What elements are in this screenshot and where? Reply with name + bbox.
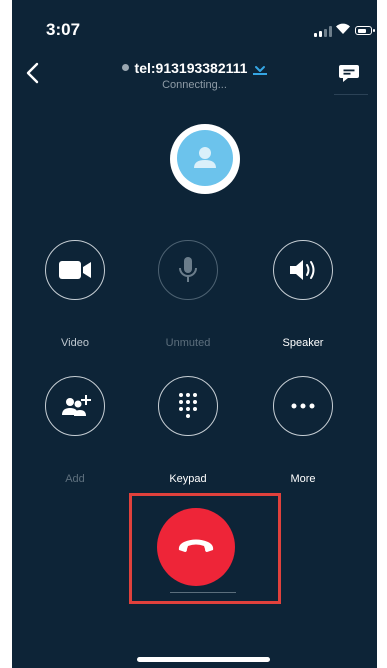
more-dots-icon bbox=[291, 403, 315, 409]
speaker-label: Speaker bbox=[282, 337, 324, 349]
signal-icon bbox=[314, 26, 332, 37]
person-icon bbox=[194, 147, 216, 168]
wifi-icon bbox=[336, 23, 350, 34]
chat-button[interactable] bbox=[336, 60, 362, 86]
video-button[interactable] bbox=[45, 240, 105, 300]
add-label: Add bbox=[65, 473, 85, 485]
hang-up-icon bbox=[178, 539, 214, 552]
speaker-icon bbox=[290, 260, 315, 280]
call-title-block: tel:913193382111 Connecting... bbox=[12, 58, 377, 91]
speaker-button[interactable] bbox=[273, 240, 333, 300]
microphone-icon bbox=[179, 257, 197, 282]
video-label: Video bbox=[61, 337, 89, 349]
presence-dot-icon bbox=[121, 64, 129, 71]
add-person-icon bbox=[62, 395, 91, 416]
more-button[interactable] bbox=[273, 376, 333, 436]
mute-label: Unmuted bbox=[165, 337, 211, 349]
status-time: 3:07 bbox=[46, 20, 81, 39]
home-indicator[interactable] bbox=[137, 657, 270, 662]
chat-divider bbox=[334, 94, 368, 95]
end-call-divider bbox=[170, 592, 236, 593]
call-status: Connecting... bbox=[162, 79, 227, 91]
call-title: tel:913193382111 bbox=[134, 59, 248, 76]
mute-button[interactable] bbox=[158, 240, 218, 300]
call-header: tel:913193382111 Connecting... bbox=[12, 52, 377, 96]
dialpad-icon bbox=[179, 393, 197, 418]
keypad-label: Keypad bbox=[169, 473, 207, 485]
chat-bubble-icon bbox=[339, 65, 359, 82]
status-bar: 3:07 bbox=[12, 0, 377, 52]
add-participant-button[interactable] bbox=[45, 376, 105, 436]
call-screen: 3:07 tel:913193382111 Connecting... Vide… bbox=[12, 0, 377, 668]
more-label: More bbox=[290, 473, 316, 485]
avatar bbox=[170, 124, 240, 194]
chevron-down-icon[interactable] bbox=[253, 61, 268, 75]
battery-icon bbox=[355, 26, 375, 35]
end-call-button[interactable] bbox=[157, 508, 235, 586]
keypad-button[interactable] bbox=[158, 376, 218, 436]
video-camera-icon bbox=[59, 261, 91, 279]
